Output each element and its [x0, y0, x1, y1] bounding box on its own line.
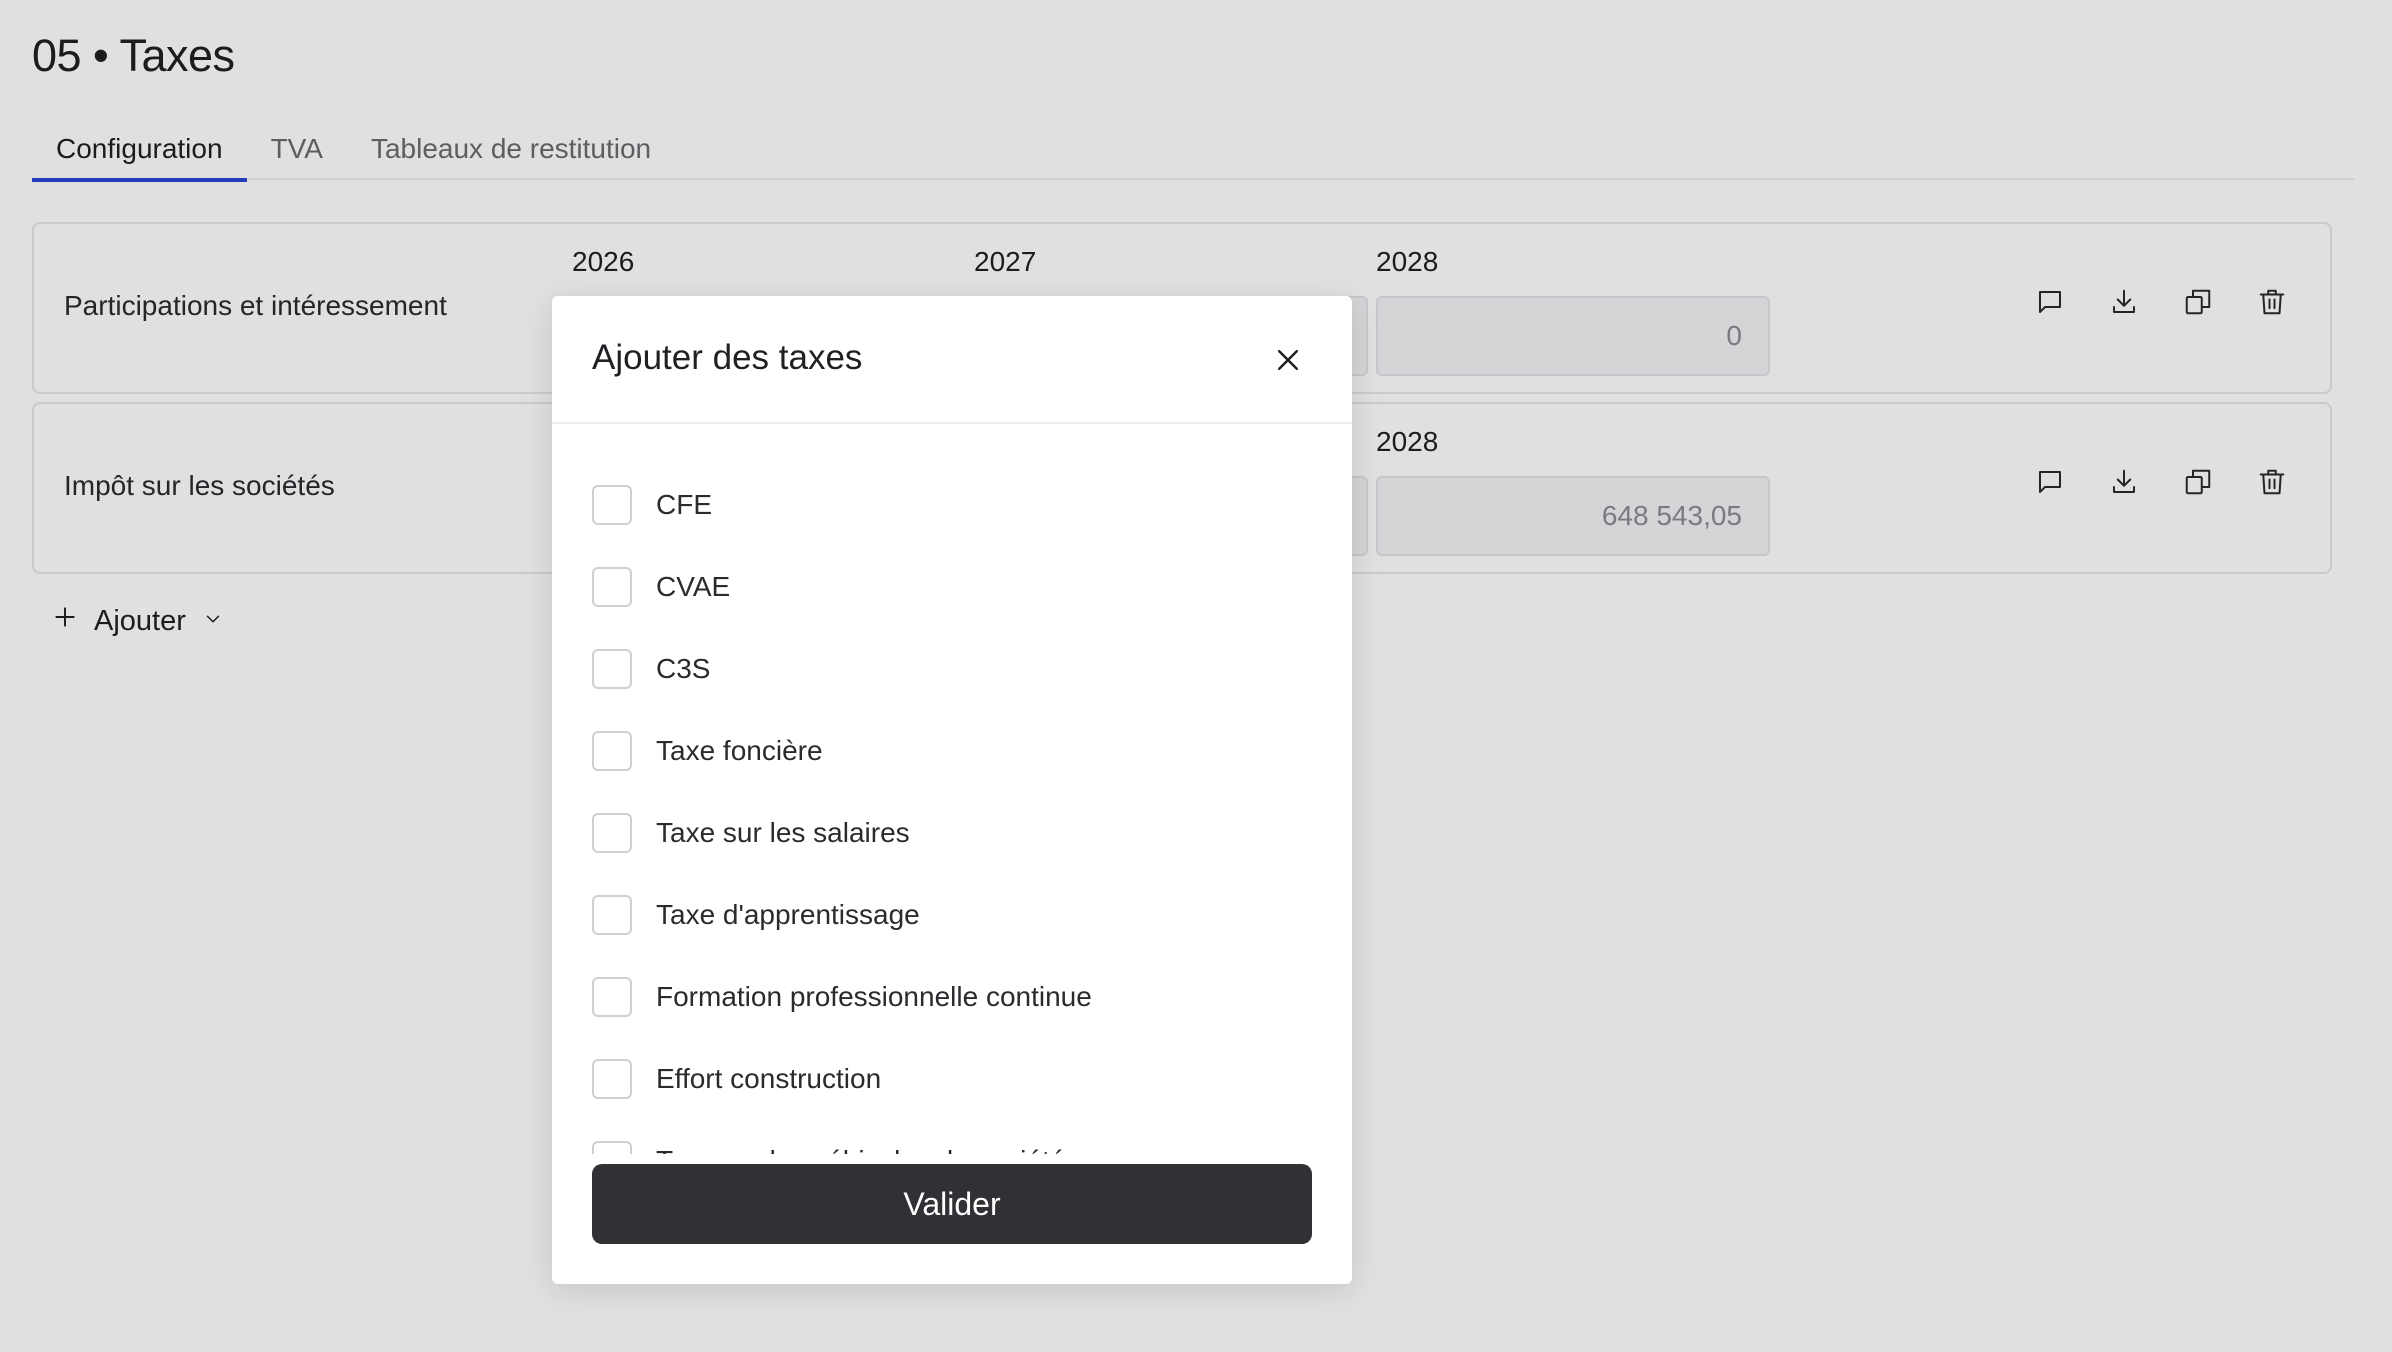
- option-cvae[interactable]: CVAE: [592, 546, 1312, 628]
- checkbox[interactable]: [592, 895, 632, 935]
- modal-header: Ajouter des taxes: [552, 296, 1352, 424]
- checkbox[interactable]: [592, 567, 632, 607]
- option-taxe-fonciere[interactable]: Taxe foncière: [592, 710, 1312, 792]
- tax-options-list[interactable]: CFE CVAE C3S Taxe foncière Taxe sur les …: [592, 464, 1312, 1154]
- option-label: Taxe foncière: [656, 735, 823, 766]
- checkbox[interactable]: [592, 731, 632, 771]
- option-effort-construction[interactable]: Effort construction: [592, 1038, 1312, 1120]
- checkbox[interactable]: [592, 1059, 632, 1099]
- checkbox[interactable]: [592, 1141, 632, 1154]
- option-label: CVAE: [656, 571, 731, 602]
- submit-button[interactable]: Valider: [592, 1164, 1312, 1244]
- close-icon[interactable]: [1268, 340, 1308, 380]
- modal-title: Ajouter des taxes: [592, 338, 863, 377]
- add-taxes-modal: Ajouter des taxes CFE CVAE C3S Taxe fonc…: [552, 296, 1352, 1284]
- option-label: Effort construction: [656, 1063, 882, 1094]
- option-taxe-vehicules[interactable]: Taxe sur les véhicules de société: [592, 1120, 1312, 1154]
- option-label: Taxe sur les salaires: [656, 817, 910, 848]
- checkbox[interactable]: [592, 649, 632, 689]
- checkbox[interactable]: [592, 977, 632, 1017]
- checkbox[interactable]: [592, 813, 632, 853]
- option-formation-continue[interactable]: Formation professionnelle continue: [592, 956, 1312, 1038]
- option-cfe[interactable]: CFE: [592, 464, 1312, 546]
- option-label: Taxe sur les véhicules de société: [656, 1145, 1065, 1154]
- option-label: Formation professionnelle continue: [656, 981, 1092, 1012]
- option-taxe-salaires[interactable]: Taxe sur les salaires: [592, 792, 1312, 874]
- option-label: Taxe d'apprentissage: [656, 899, 920, 930]
- option-taxe-apprentissage[interactable]: Taxe d'apprentissage: [592, 874, 1312, 956]
- option-label: CFE: [656, 489, 712, 520]
- option-c3s[interactable]: C3S: [592, 628, 1312, 710]
- checkbox[interactable]: [592, 485, 632, 525]
- option-label: C3S: [656, 653, 711, 684]
